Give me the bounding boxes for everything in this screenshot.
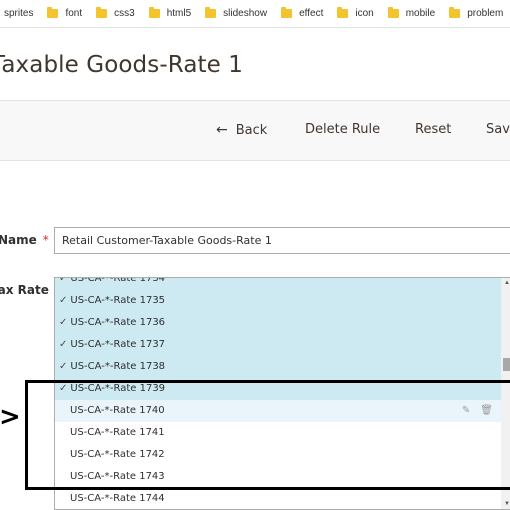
scroll-thumb[interactable] xyxy=(503,358,510,371)
folder-icon xyxy=(449,7,461,18)
tax-rate-label-text: Tax Rate xyxy=(0,283,49,297)
bookmark-label: html5 xyxy=(166,8,192,19)
tax-rate-option[interactable]: US-CA-*-Rate 1744 xyxy=(55,488,501,509)
bookmark-label: sprites xyxy=(4,8,34,19)
page-actions-bar: ← Back Delete Rule Reset Save xyxy=(0,100,510,161)
bookmark-label: font xyxy=(65,8,83,19)
tax-rate-option[interactable]: ✓ US-CA-*-Rate 1735 xyxy=(55,290,501,312)
tax-rate-option[interactable]: ✓ US-CA-*-Rate 1734 xyxy=(55,277,501,290)
bookmark-mobile[interactable]: mobile xyxy=(387,7,436,19)
tax-rate-label: Tax Rate* xyxy=(0,283,61,297)
folder-icon xyxy=(281,7,293,18)
bookmark-label: icon xyxy=(355,8,374,19)
tax-rate-option-label: US-CA-*-Rate 1737 xyxy=(70,339,166,350)
name-label-text: Name xyxy=(0,233,37,247)
bookmark-html5[interactable]: html5 xyxy=(148,7,192,19)
checkmark-icon: ✓ xyxy=(59,277,68,284)
bookmark-label: effect xyxy=(299,8,324,19)
scroll-down-icon[interactable]: ▼ xyxy=(504,501,510,507)
folder-icon xyxy=(47,7,59,18)
bookmarks-bar: sprites font css3 html5 slideshow effect… xyxy=(0,0,510,28)
save-button[interactable]: Save xyxy=(486,122,510,137)
annotation-arrow-icon: > xyxy=(0,402,21,432)
folder-icon xyxy=(96,7,108,18)
bookmark-icon[interactable]: icon xyxy=(337,7,374,19)
checkmark-icon: ✓ xyxy=(59,295,68,306)
bookmark-label: slideshow xyxy=(223,8,268,19)
back-label: Back xyxy=(235,123,268,138)
bookmark-problem[interactable]: problem xyxy=(449,7,504,19)
name-label: Name * xyxy=(0,233,49,247)
scroll-up-icon[interactable]: ▲ xyxy=(504,280,510,286)
bookmark-slideshow[interactable]: slideshow xyxy=(205,7,268,19)
bookmark-css3[interactable]: css3 xyxy=(96,7,135,19)
checkmark-icon: ✓ xyxy=(59,361,68,372)
arrow-left-icon: ← xyxy=(216,122,228,138)
tax-rate-option[interactable]: ✓ US-CA-*-Rate 1737 xyxy=(55,334,501,356)
tax-rate-option-label: US-CA-*-Rate 1734 xyxy=(70,277,166,284)
bookmark-font[interactable]: font xyxy=(47,7,83,19)
name-input[interactable]: Retail Customer-Taxable Goods-Rate 1 xyxy=(54,227,510,254)
tax-rate-option-label: US-CA-*-Rate 1735 xyxy=(70,295,166,306)
back-button[interactable]: ← Back xyxy=(216,122,267,138)
folder-icon xyxy=(148,7,160,18)
tax-rate-option[interactable]: ✓ US-CA-*-Rate 1738 xyxy=(55,356,501,378)
reset-button[interactable]: Reset xyxy=(415,122,451,137)
annotation-highlight-box xyxy=(25,380,510,490)
delete-rule-button[interactable]: Delete Rule xyxy=(305,122,380,137)
checkmark-icon: ✓ xyxy=(59,317,68,328)
tax-rate-option-label: US-CA-*-Rate 1738 xyxy=(70,361,166,372)
folder-icon xyxy=(337,7,349,18)
bookmark-label: mobile xyxy=(405,8,436,19)
required-marker: * xyxy=(42,233,49,247)
bookmark-label: css3 xyxy=(114,8,135,19)
bookmark-effect[interactable]: effect xyxy=(281,7,324,19)
tax-rate-option-label: US-CA-*-Rate 1736 xyxy=(70,317,166,328)
tax-rate-option-label: US-CA-*-Rate 1744 xyxy=(70,493,165,504)
folder-icon xyxy=(205,7,217,18)
tax-rate-option[interactable]: ✓ US-CA-*-Rate 1736 xyxy=(55,312,501,334)
folder-icon xyxy=(387,7,399,18)
bookmark-sprites[interactable]: sprites xyxy=(4,8,33,19)
page-title: Taxable Goods-Rate 1 xyxy=(0,52,244,78)
bookmark-label: problem xyxy=(467,8,504,19)
checkmark-icon: ✓ xyxy=(59,339,68,350)
